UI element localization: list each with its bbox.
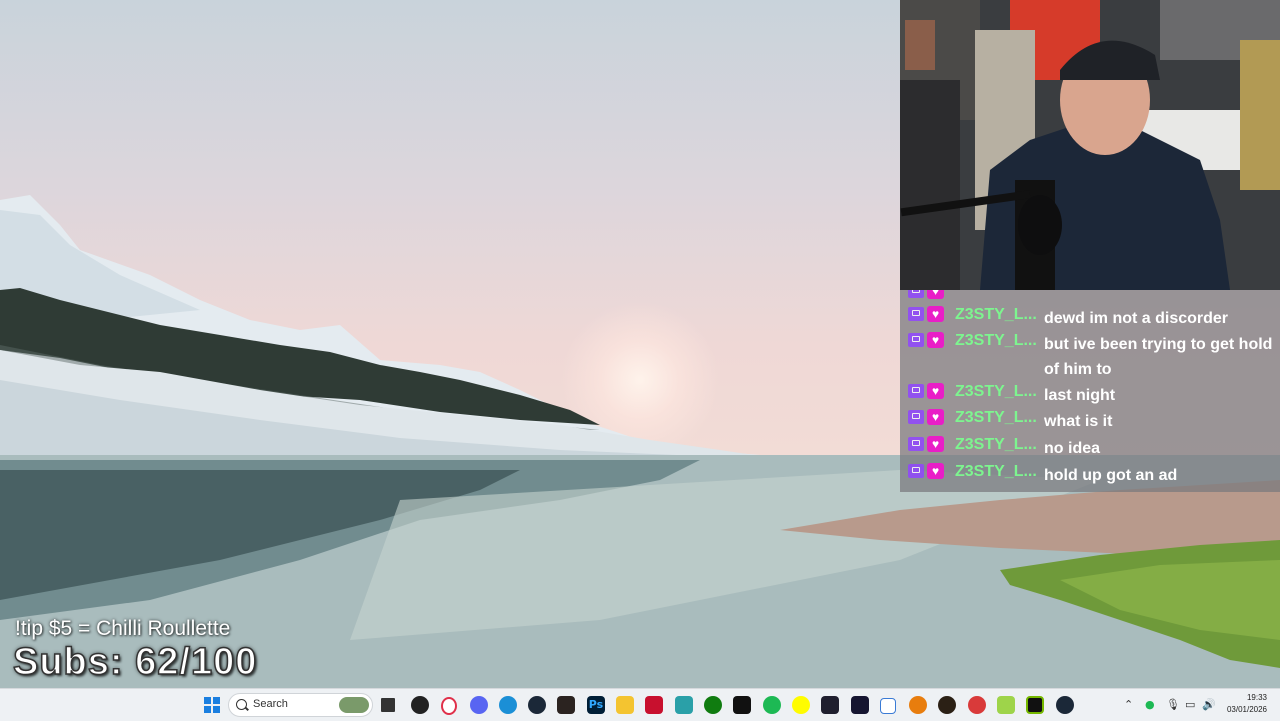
chat-username: Z3STY_L... (955, 383, 1037, 400)
stream-chat: ♥ ♥ Z3STY_L... dewd im not a discorder ♥… (900, 290, 1280, 492)
chevron-up-icon[interactable]: ⌃ (1124, 698, 1133, 712)
dark-app-icon[interactable] (821, 696, 839, 714)
chat-message: ♥ Z3STY_L... no idea (900, 432, 1280, 458)
notepad-icon[interactable] (675, 696, 693, 714)
search-icon (236, 699, 247, 710)
photoshop-icon[interactable]: Ps (587, 696, 605, 714)
heart-badge-icon: ♥ (927, 290, 944, 299)
green-app-icon[interactable] (997, 696, 1015, 714)
chat-text: what is it (1044, 413, 1113, 430)
chat-text: hold up got an ad (1044, 467, 1178, 484)
heart-badge-icon: ♥ (927, 383, 944, 399)
chat-message: ♥ Z3STY_L... hold up got an ad (900, 459, 1280, 485)
chat-username: Z3STY_L... (955, 409, 1037, 426)
opera-icon[interactable] (441, 697, 457, 715)
snapchat-icon[interactable] (792, 696, 810, 714)
twitch-badge-icon (908, 333, 924, 347)
twitch-badge-icon (908, 410, 924, 424)
steam-2-icon[interactable] (1056, 696, 1074, 714)
tray-app-icon[interactable]: ● (1145, 698, 1155, 712)
clock-date: 03/01/2026 (1226, 705, 1267, 714)
network-icon[interactable]: ▭ (1185, 698, 1195, 712)
chat-text: but ive been trying to get hold of him t… (1044, 336, 1273, 378)
chat-username: Z3STY_L... (955, 332, 1037, 349)
webcam-feed (900, 0, 1280, 290)
twitch-badge-icon (908, 290, 924, 298)
twitch-badge-icon (908, 384, 924, 398)
heart-badge-icon: ♥ (927, 409, 944, 425)
capcut-icon[interactable] (733, 696, 751, 714)
chat-message: ♥ Z3STY_L... dewd im not a discorder (900, 302, 1280, 328)
heart-badge-icon: ♥ (927, 436, 944, 452)
video-editor-icon[interactable] (645, 696, 663, 714)
taskbar: Search Ps ⌃ ● 🎙 ▭ 🔊 19:33 03/01/2026 (0, 688, 1280, 721)
chat-text: no idea (1044, 440, 1101, 457)
speaker-icon[interactable]: 🔊 (1202, 698, 1216, 712)
xbox-icon[interactable] (704, 696, 722, 714)
chat-username: Z3STY_L... (955, 463, 1037, 480)
game-app-icon[interactable] (938, 696, 956, 714)
window-app-icon[interactable] (880, 698, 896, 714)
heart-badge-icon: ♥ (927, 332, 944, 348)
tip-command-overlay: !tip $5 = Chilli Roullette (15, 617, 231, 640)
audio-app-icon[interactable] (557, 696, 575, 714)
media-app-icon[interactable] (411, 696, 429, 714)
system-clock[interactable]: 19:33 03/01/2026 (1227, 692, 1267, 716)
twitch-badge-icon (908, 307, 924, 321)
file-explorer-icon[interactable] (616, 696, 634, 714)
heart-badge-icon: ♥ (927, 463, 944, 479)
chat-username: Z3STY_L... (955, 436, 1037, 453)
dark-app-2-icon[interactable] (851, 696, 869, 714)
edge-icon[interactable] (499, 696, 517, 714)
steam-icon[interactable] (528, 696, 546, 714)
chat-username: Z3STY_L... (955, 306, 1037, 323)
subs-goal-overlay: Subs: 62/100 (12, 640, 258, 684)
twitch-badge-icon (908, 464, 924, 478)
blender-icon[interactable] (909, 696, 927, 714)
heart-badge-icon: ♥ (927, 306, 944, 322)
chat-message: ♥ Z3STY_L... what is it (900, 405, 1280, 431)
mic-icon[interactable]: 🎙 (1166, 698, 1180, 712)
taskbar-search[interactable]: Search (228, 693, 373, 717)
windows-start-icon[interactable] (204, 697, 220, 713)
spotify-icon[interactable] (763, 696, 781, 714)
clock-time: 19:33 (1246, 693, 1267, 702)
discord-icon[interactable] (470, 696, 488, 714)
nvidia-icon[interactable] (1026, 696, 1044, 714)
chat-message: ♥ Z3STY_L... last night (900, 379, 1280, 405)
chat-message: ♥ Z3STY_L... but ive been trying to get … (900, 328, 1280, 380)
search-label: Search (253, 698, 288, 710)
search-highlight-icon (339, 697, 369, 713)
red-app-icon[interactable] (968, 696, 986, 714)
task-view-icon[interactable] (381, 698, 395, 712)
webcam-image (900, 0, 1280, 290)
twitch-badge-icon (908, 437, 924, 451)
